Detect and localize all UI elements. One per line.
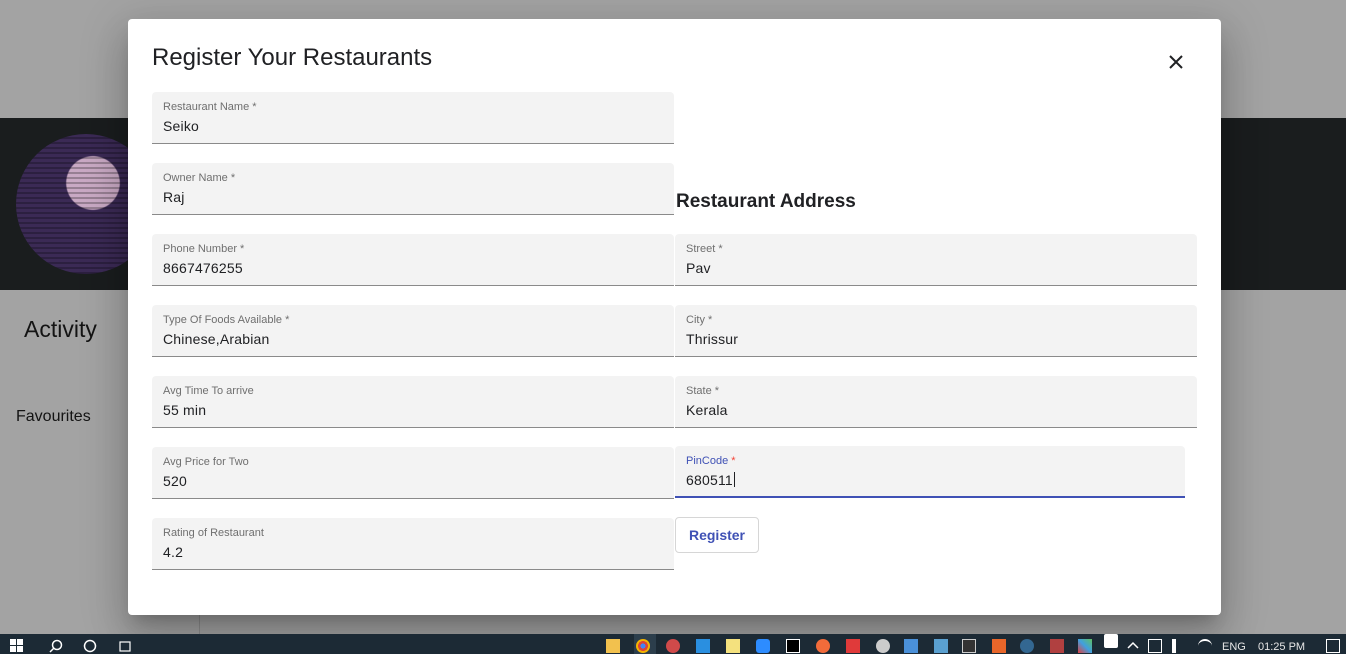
field-value: Chinese,Arabian — [163, 331, 270, 347]
field-label: Avg Time To arrive — [163, 385, 254, 397]
notepad-icon[interactable] — [726, 639, 740, 653]
field-label: Type Of Foods Available * — [163, 314, 290, 326]
app-icon[interactable] — [666, 639, 680, 653]
field-value: 8667476255 — [163, 260, 243, 276]
street-field[interactable]: Street * Pav — [675, 234, 1197, 286]
field-label: Restaurant Name * — [163, 101, 257, 113]
field-label: Rating of Restaurant — [163, 527, 264, 539]
field-label: State * — [686, 385, 720, 397]
avg-price-field[interactable]: Avg Price for Two 520 — [152, 447, 674, 499]
app-icon[interactable] — [1078, 639, 1092, 653]
text-caret — [733, 472, 735, 487]
close-icon — [1169, 55, 1183, 69]
field-value: 4.2 — [163, 544, 184, 560]
file-explorer-icon[interactable] — [606, 639, 620, 653]
postgres-icon[interactable] — [1020, 639, 1034, 653]
required-mark: * — [731, 455, 736, 467]
wps-icon[interactable] — [846, 639, 860, 653]
field-value: Thrissur — [686, 331, 739, 347]
field-value: 55 min — [163, 402, 207, 418]
archive-icon[interactable] — [1050, 639, 1064, 653]
field-value: Pav — [686, 260, 711, 276]
html-icon[interactable] — [992, 639, 1006, 653]
restaurant-name-field[interactable]: Restaurant Name * Seiko — [152, 92, 674, 144]
app-icon[interactable] — [934, 639, 948, 653]
network-app-icon[interactable] — [904, 639, 918, 653]
pincode-value: 680511 — [686, 472, 733, 488]
field-label: PinCode * — [686, 455, 736, 467]
field-value: Kerala — [686, 402, 728, 418]
address-section-title: Restaurant Address — [676, 191, 856, 212]
clock[interactable]: 01:25 PM — [1258, 641, 1305, 653]
taskbar: ENG 01:25 PM — [0, 634, 1346, 654]
dialog-title: Register Your Restaurants — [152, 44, 433, 71]
state-field[interactable]: State * Kerala — [675, 376, 1197, 428]
pincode-label-text: PinCode — [686, 455, 729, 467]
avg-time-field[interactable]: Avg Time To arrive 55 min — [152, 376, 674, 428]
food-types-field[interactable]: Type Of Foods Available * Chinese,Arabia… — [152, 305, 674, 357]
postman-icon[interactable] — [816, 639, 830, 653]
volume-icon[interactable] — [1172, 639, 1186, 653]
pincode-field[interactable]: PinCode * 680511 — [675, 446, 1185, 498]
intellij-icon[interactable] — [786, 639, 800, 653]
notifications-icon[interactable] — [1326, 639, 1340, 653]
gear-icon[interactable] — [876, 639, 890, 653]
field-label: City * — [686, 314, 713, 326]
wifi-icon[interactable] — [1198, 639, 1212, 653]
favourites-link: Favourites — [16, 408, 91, 425]
cortana-icon[interactable] — [83, 639, 97, 653]
field-value: 680511 — [686, 472, 735, 488]
battery-icon[interactable] — [1148, 639, 1162, 653]
owner-name-field[interactable]: Owner Name * Raj — [152, 163, 674, 215]
city-field[interactable]: City * Thrissur — [675, 305, 1197, 357]
chrome-icon[interactable] — [636, 639, 650, 653]
chevron-up-icon[interactable] — [1104, 634, 1118, 648]
register-button[interactable]: Register — [675, 517, 759, 553]
task-view-icon[interactable] — [118, 639, 132, 653]
activity-heading: Activity — [24, 316, 97, 342]
register-dialog: Register Your Restaurants Restaurant Nam… — [128, 19, 1221, 615]
zoom-icon[interactable] — [756, 639, 770, 653]
field-value: Raj — [163, 189, 185, 205]
phone-number-field[interactable]: Phone Number * 8667476255 — [152, 234, 674, 286]
close-button[interactable] — [1164, 50, 1188, 74]
field-label: Phone Number * — [163, 243, 245, 255]
field-label: Avg Price for Two — [163, 456, 249, 468]
show-hidden-icon[interactable] — [1126, 639, 1140, 653]
search-icon[interactable] — [49, 639, 63, 653]
windows-start-icon[interactable] — [10, 639, 24, 653]
terminal-icon[interactable] — [962, 639, 976, 653]
field-value: Seiko — [163, 118, 200, 134]
vscode-icon[interactable] — [696, 639, 710, 653]
field-value: 520 — [163, 473, 187, 489]
field-label: Owner Name * — [163, 172, 236, 184]
language-indicator[interactable]: ENG — [1222, 641, 1246, 653]
field-label: Street * — [686, 243, 723, 255]
rating-field[interactable]: Rating of Restaurant 4.2 — [152, 518, 674, 570]
